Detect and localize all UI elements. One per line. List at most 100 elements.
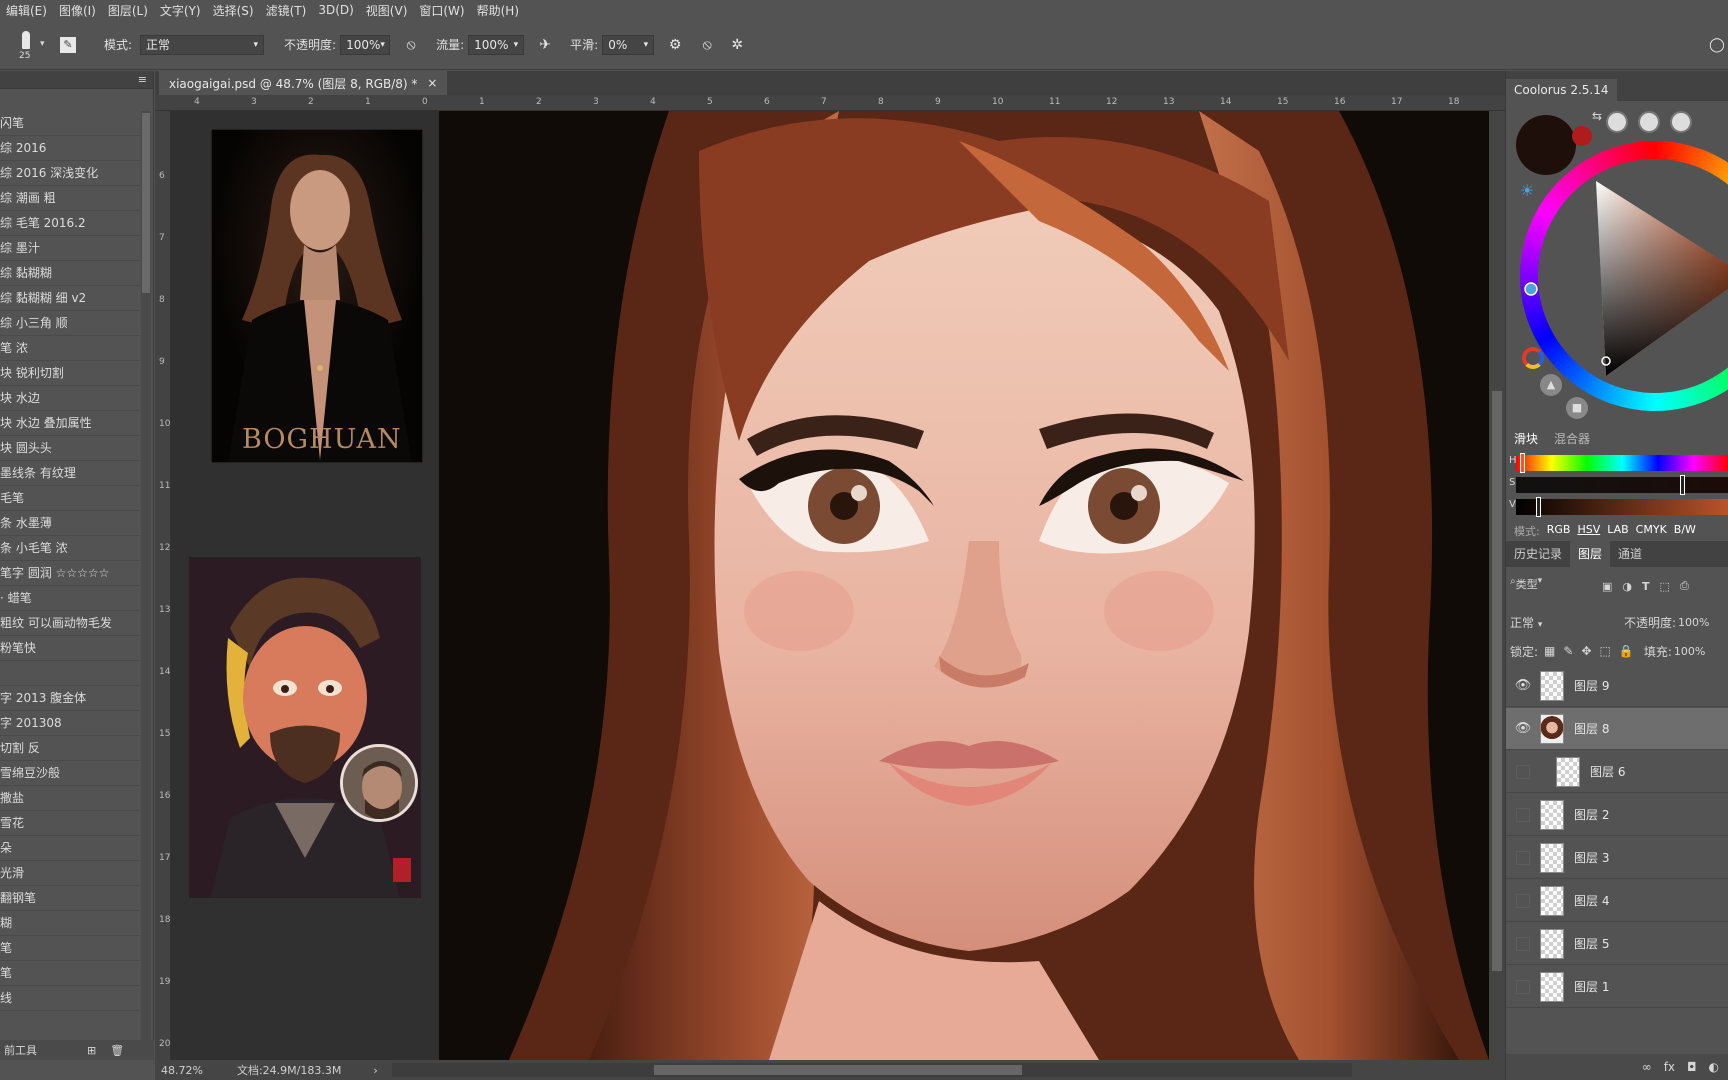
- brush-preset-item[interactable]: 综 小三角 顺: [0, 311, 140, 336]
- wheel-preset-icons[interactable]: [1606, 111, 1692, 133]
- value-track[interactable]: [1516, 499, 1728, 515]
- brush-preset-item[interactable]: 翻钢笔: [0, 886, 140, 911]
- eye-icon[interactable]: 👁: [1512, 675, 1534, 697]
- mode-bw[interactable]: B/W: [1674, 523, 1696, 539]
- mode-cmyk[interactable]: CMYK: [1636, 523, 1667, 539]
- mode-select[interactable]: 正常 ▾: [140, 34, 265, 55]
- visibility-toggle[interactable]: [1516, 764, 1530, 779]
- menu-image[interactable]: 图像(I): [53, 2, 102, 19]
- layer-name[interactable]: 图层 9: [1574, 677, 1609, 694]
- brush-preset-item[interactable]: 块 水边: [0, 386, 140, 411]
- brush-preset-item[interactable]: 综 2016 深浅变化: [0, 161, 140, 186]
- square-mode-icon[interactable]: ■: [1566, 397, 1588, 419]
- hue-slider[interactable]: H: [1509, 453, 1728, 473]
- brush-preset-item[interactable]: 切割 反: [0, 736, 140, 761]
- preset-wheel-icon[interactable]: [1606, 111, 1628, 133]
- layer-blend-select[interactable]: 正常 ▾: [1510, 614, 1616, 631]
- brush-preset-item[interactable]: [0, 661, 140, 686]
- swap-colors-icon[interactable]: ⇆: [1592, 109, 1602, 123]
- doc-size-info[interactable]: 文档:24.9M/183.3M: [237, 1062, 341, 1078]
- brush-preset-item[interactable]: 光滑: [0, 861, 140, 886]
- harmony-icon[interactable]: [1522, 347, 1544, 369]
- brush-preset-item[interactable]: 条 水墨薄: [0, 511, 140, 536]
- menu-3d[interactable]: 3D(D): [312, 3, 359, 17]
- layer-row[interactable]: 图层 5: [1506, 923, 1728, 965]
- layer-name[interactable]: 图层 6: [1590, 763, 1625, 780]
- pressure-size-icon[interactable]: ⦸: [696, 34, 718, 56]
- layer-row[interactable]: 图层 6: [1506, 751, 1728, 793]
- brush-preset-item[interactable]: 撒盐: [0, 786, 140, 811]
- gear-icon[interactable]: ⚙: [664, 34, 686, 56]
- brush-preset-item[interactable]: 粗纹 可以画动物毛发: [0, 611, 140, 636]
- brush-preset-item[interactable]: 墨线条 有纹理: [0, 461, 140, 486]
- mode-lab[interactable]: LAB: [1607, 523, 1628, 539]
- brush-preset-item[interactable]: 线: [0, 986, 140, 1011]
- adjustment-layer-icon[interactable]: ◐: [1709, 1060, 1719, 1074]
- brush-preset-item[interactable]: 雪绵豆沙般: [0, 761, 140, 786]
- flow-input[interactable]: 100% ▾: [468, 34, 525, 55]
- visibility-toggle[interactable]: [1516, 850, 1530, 865]
- fill-input[interactable]: 100%: [1674, 645, 1714, 658]
- visibility-toggle[interactable]: [1516, 807, 1530, 822]
- layer-name[interactable]: 图层 4: [1574, 892, 1609, 909]
- brush-preset-item[interactable]: · 蜡笔: [0, 586, 140, 611]
- lock-all-icon[interactable]: 🔒: [1619, 644, 1634, 658]
- hue-track[interactable]: [1516, 455, 1728, 471]
- layer-row[interactable]: 👁 图层 9: [1506, 665, 1728, 707]
- lock-artboard-icon[interactable]: ⬚: [1600, 644, 1611, 658]
- tab-sliders[interactable]: 滑块: [1514, 430, 1538, 447]
- value-slider[interactable]: V: [1509, 497, 1728, 517]
- menu-filter[interactable]: 滤镜(T): [260, 2, 313, 19]
- layer-filter-select[interactable]: ⌕ 类型 ▾: [1510, 576, 1582, 596]
- triangle-mode-icon[interactable]: ▲: [1540, 374, 1562, 396]
- status-menu-arrow-icon[interactable]: ›: [373, 1064, 377, 1077]
- brush-preset-item[interactable]: 综 黏糊糊: [0, 261, 140, 286]
- lock-paint-icon[interactable]: ✎: [1563, 644, 1573, 658]
- layer-name[interactable]: 图层 2: [1574, 806, 1609, 823]
- value-handle[interactable]: [1536, 497, 1541, 517]
- brush-preset-item[interactable]: 综 2016: [0, 136, 140, 161]
- preset-wheel-icon[interactable]: [1638, 111, 1660, 133]
- visibility-toggle[interactable]: [1516, 979, 1530, 994]
- brush-panel-toggle-icon[interactable]: ✎: [60, 36, 76, 53]
- layer-row[interactable]: 图层 4: [1506, 880, 1728, 922]
- tab-mixer[interactable]: 混合器: [1554, 430, 1590, 447]
- layer-opacity-input[interactable]: 100%: [1678, 616, 1718, 629]
- filter-text-icon[interactable]: T: [1642, 580, 1650, 593]
- preset-wheel-icon[interactable]: [1670, 111, 1692, 133]
- brush-preset-item[interactable]: 笔: [0, 961, 140, 986]
- add-mask-icon[interactable]: ◘: [1687, 1060, 1697, 1074]
- airbrush-icon[interactable]: ✈: [534, 34, 556, 56]
- layer-row[interactable]: 图层 2: [1506, 794, 1728, 836]
- brush-list-scrollbar[interactable]: [141, 111, 151, 1041]
- layer-name[interactable]: 图层 8: [1574, 720, 1609, 737]
- opacity-input[interactable]: 100% ▾: [340, 34, 391, 55]
- zoom-level[interactable]: 48.72%: [161, 1064, 203, 1077]
- layer-name[interactable]: 图层 5: [1574, 935, 1609, 952]
- filter-shape-icon[interactable]: ⬚: [1660, 580, 1670, 593]
- layer-row[interactable]: 👁 图层 8: [1506, 708, 1728, 750]
- menu-help[interactable]: 帮助(H): [471, 2, 525, 19]
- saturation-slider[interactable]: S: [1509, 475, 1728, 495]
- brush-preset-item[interactable]: 条 小毛笔 浓: [0, 536, 140, 561]
- mode-rgb[interactable]: RGB: [1547, 523, 1571, 539]
- menu-type[interactable]: 文字(Y): [154, 2, 207, 19]
- saturation-handle[interactable]: [1680, 475, 1685, 495]
- brush-preset-item[interactable]: 毛笔: [0, 486, 140, 511]
- brush-preset-item[interactable]: 粉笔快: [0, 636, 140, 661]
- lock-transparency-icon[interactable]: ▦: [1544, 644, 1555, 658]
- visibility-toggle[interactable]: [1516, 936, 1530, 951]
- brush-preset-item[interactable]: 糊: [0, 911, 140, 936]
- visibility-toggle[interactable]: [1516, 893, 1530, 908]
- filter-pixel-icon[interactable]: ▣: [1602, 580, 1612, 593]
- layer-name[interactable]: 图层 1: [1574, 978, 1609, 995]
- link-layers-icon[interactable]: ∞: [1642, 1060, 1652, 1074]
- tab-layers[interactable]: 图层: [1570, 541, 1611, 567]
- symmetry-icon[interactable]: ✲: [726, 34, 748, 56]
- mode-hsv[interactable]: HSV: [1577, 523, 1600, 539]
- brush-preset-item[interactable]: 块 水边 叠加属性: [0, 411, 140, 436]
- smooth-input[interactable]: 0% ▾: [602, 34, 655, 55]
- coolorus-tab[interactable]: Coolorus 2.5.14: [1506, 79, 1617, 101]
- artwork-canvas[interactable]: [439, 111, 1489, 1060]
- hue-handle[interactable]: [1520, 453, 1525, 473]
